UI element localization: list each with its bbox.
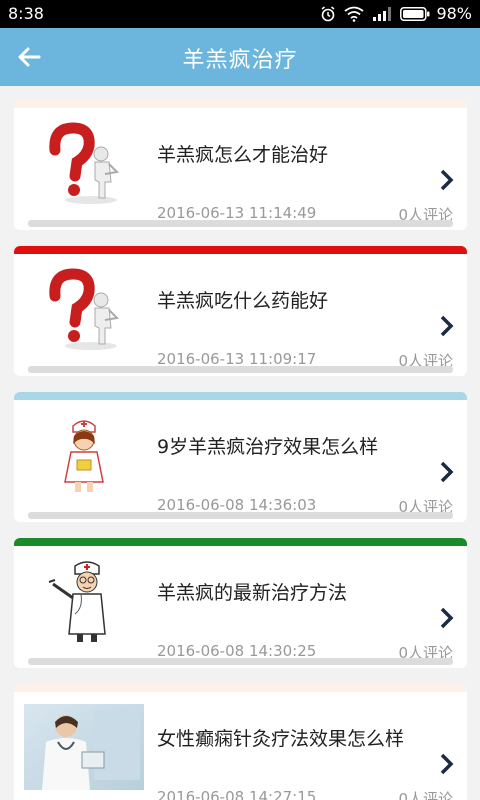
doctor-cartoon-thumbnail [22,558,146,644]
card-accent [14,392,467,400]
article-card[interactable]: 羊羔疯怎么才能治好 2016-06-13 11:14:49 0人评论 [14,100,467,230]
chevron-right-icon [440,753,454,775]
card-accent [14,100,467,108]
card-divider [28,512,453,519]
nurse-thumbnail [22,412,146,498]
card-accent [14,246,467,254]
article-list[interactable]: 羊羔疯怎么才能治好 2016-06-13 11:14:49 0人评论 羊羔疯吃什… [0,86,480,800]
card-accent [14,684,467,692]
article-card[interactable]: 羊羔疯吃什么药能好 2016-06-13 11:09:17 0人评论 [14,246,467,376]
article-title: 9岁羊羔疯治疗效果怎么样 [157,436,379,458]
page-title: 羊羔疯治疗 [182,48,298,73]
question-person-thumbnail [22,120,146,206]
card-divider [28,220,453,227]
doctor-photo-thumbnail [20,704,148,790]
chevron-right-icon [440,169,454,191]
chevron-right-icon [440,461,454,483]
question-person-thumbnail [22,266,146,352]
article-title: 羊羔疯的最新治疗方法 [157,582,348,604]
status-bar: 8:38 98% [0,0,480,28]
article-card[interactable]: 9岁羊羔疯治疗效果怎么样 2016-06-08 14:36:03 0人评论 [14,392,467,522]
comment-count: 0人评论 [398,790,453,800]
chevron-right-icon [440,315,454,337]
wifi-icon [344,6,364,22]
alarm-icon [321,5,335,21]
card-accent [14,538,467,546]
battery-group: 98% [400,4,472,23]
article-card[interactable]: 羊羔疯的最新治疗方法 2016-06-08 14:30:25 0人评论 [14,538,467,668]
status-time: 8:38 [8,4,44,23]
article-title: 羊羔疯怎么才能治好 [157,144,329,166]
article-card[interactable]: 女性癫痫针灸疗法效果怎么样 2016-06-08 14:27:15 0人评论 [14,684,467,800]
card-divider [28,658,453,665]
status-icons: 98% [320,4,472,23]
card-divider [28,366,453,373]
signal-icon [373,6,392,21]
app-bar: 羊羔疯治疗 [0,28,480,86]
battery-icon [400,6,430,21]
article-date: 2016-06-08 14:27:15 [157,788,317,800]
article-title: 羊羔疯吃什么药能好 [157,290,329,312]
battery-percent: 98% [436,4,472,23]
chevron-right-icon [440,607,454,629]
article-title: 女性癫痫针灸疗法效果怎么样 [157,728,405,750]
